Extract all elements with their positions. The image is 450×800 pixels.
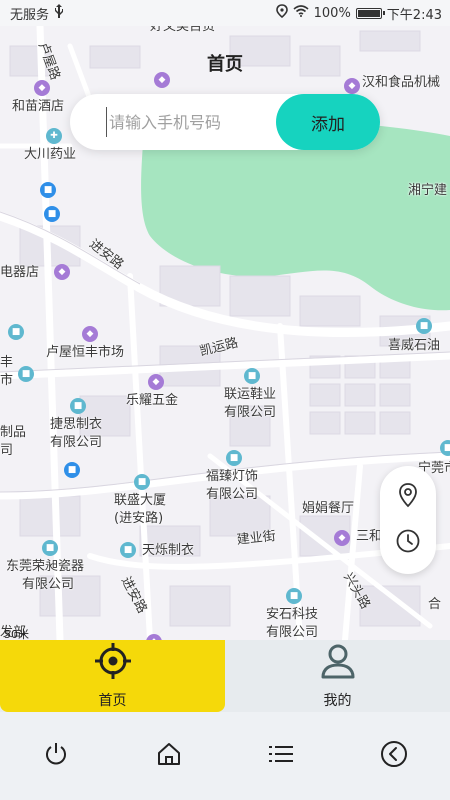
bus-stop-icon[interactable]: ■ — [44, 206, 60, 222]
history-clock-icon[interactable] — [395, 528, 421, 558]
back-button[interactable] — [369, 731, 419, 781]
company-poi-icon[interactable]: ■ — [244, 368, 260, 384]
map-label: 湘宁建 — [408, 183, 448, 198]
tab-home-label: 首页 — [98, 693, 127, 709]
home-button[interactable] — [144, 731, 194, 781]
wifi-icon — [293, 5, 309, 21]
tab-mine[interactable]: 我的 — [225, 640, 450, 712]
map-label: 有限公司 — [50, 435, 103, 450]
location-status-icon — [275, 4, 288, 22]
map-scale: 50米 — [4, 626, 38, 640]
map-label: 有限公司 — [22, 577, 75, 592]
shop-poi-icon[interactable]: ◆ — [334, 530, 350, 546]
map-label: 乐耀五金 — [126, 393, 179, 408]
company-poi-icon[interactable]: ■ — [440, 440, 450, 456]
shop-poi-icon[interactable]: ◆ — [148, 374, 164, 390]
map-label: 市 — [0, 373, 14, 388]
phone-search-box: 添加 — [70, 94, 380, 150]
map-label: 卢屋恒丰市场 — [46, 345, 125, 360]
map-label: 联运鞋业 — [224, 387, 277, 402]
map-label: 有限公司 — [224, 405, 277, 420]
map-label: 有限公司 — [266, 625, 319, 640]
company-poi-icon[interactable]: ■ — [18, 366, 34, 382]
tab-mine-label: 我的 — [323, 693, 352, 709]
map-side-controls — [380, 466, 436, 574]
location-pin-icon[interactable] — [396, 482, 420, 512]
map-label: 丰 — [0, 355, 14, 370]
bus-stop-icon[interactable]: ■ — [64, 462, 80, 478]
map-label: 制品 — [0, 425, 27, 440]
market-poi-icon[interactable]: ◆ — [82, 326, 98, 342]
battery-icon — [355, 7, 385, 19]
company-poi-icon[interactable]: ■ — [8, 324, 24, 340]
system-nav-bar — [0, 712, 450, 800]
map-label: 大川药业 — [24, 147, 77, 162]
map-label: 喜威石油 — [388, 338, 441, 353]
company-poi-icon[interactable]: ■ — [42, 540, 58, 556]
user-icon — [319, 642, 357, 684]
bus-stop-icon[interactable]: ■ — [40, 182, 56, 198]
back-icon — [380, 740, 408, 772]
company-poi-icon[interactable]: ■ — [286, 588, 302, 604]
power-button[interactable] — [31, 731, 81, 781]
clock: 下午2:43 — [386, 7, 442, 23]
hotel-poi-icon[interactable]: ◆ — [34, 80, 50, 96]
map-label: 和苗酒店 — [12, 99, 65, 114]
map-label: 天烁制衣 — [142, 543, 195, 558]
map-label: 福臻灯饰 — [206, 469, 259, 484]
shop-poi-icon[interactable]: ◆ — [344, 78, 360, 94]
map-label: 汉和食品机械 — [362, 75, 441, 90]
phone-number-input[interactable] — [106, 107, 271, 137]
map-label: 娟娟餐厅 — [302, 501, 355, 516]
map-label: 有限公司 — [206, 487, 259, 502]
map-label: 联盛大厦 — [114, 493, 167, 508]
carrier-text: 无服务 — [10, 7, 50, 23]
tab-home[interactable]: 首页 — [0, 640, 225, 712]
power-icon — [43, 741, 69, 771]
company-poi-icon[interactable]: ■ — [70, 398, 86, 414]
company-poi-icon[interactable]: ■ — [120, 542, 136, 558]
shop-poi-icon[interactable]: ◆ — [54, 264, 70, 280]
map-label: 电器店 — [0, 265, 40, 280]
pharmacy-poi-icon[interactable]: ✚ — [46, 128, 62, 144]
usb-icon — [54, 4, 64, 22]
map-label: 安石科技 — [266, 607, 319, 622]
page-title: 首页 — [207, 54, 243, 75]
battery-percent: 100% — [313, 5, 351, 21]
map-label: 捷思制衣 — [50, 417, 103, 432]
locate-crosshair-icon — [92, 642, 134, 684]
add-button[interactable]: 添加 — [276, 94, 380, 150]
map-label: 东莞荣昶瓷器 — [6, 559, 85, 574]
map-label: 司 — [0, 443, 14, 458]
map-label: 好又美百货 — [150, 26, 216, 34]
menu-icon — [268, 743, 294, 769]
company-poi-icon[interactable]: ■ — [134, 474, 150, 490]
company-poi-icon[interactable]: ■ — [416, 318, 432, 334]
menu-button[interactable] — [256, 731, 306, 781]
map-scale-label: 50米 — [4, 628, 29, 640]
status-bar: 无服务 100% 下午2:43 — [0, 0, 450, 26]
home-icon — [156, 741, 182, 771]
map-label: 三和 — [356, 529, 383, 544]
map-label: 合 — [428, 597, 442, 612]
company-poi-icon[interactable]: ■ — [226, 450, 242, 466]
bottom-tab-bar: 首页 我的 — [0, 640, 450, 712]
map-label: (进安路) — [114, 511, 164, 526]
